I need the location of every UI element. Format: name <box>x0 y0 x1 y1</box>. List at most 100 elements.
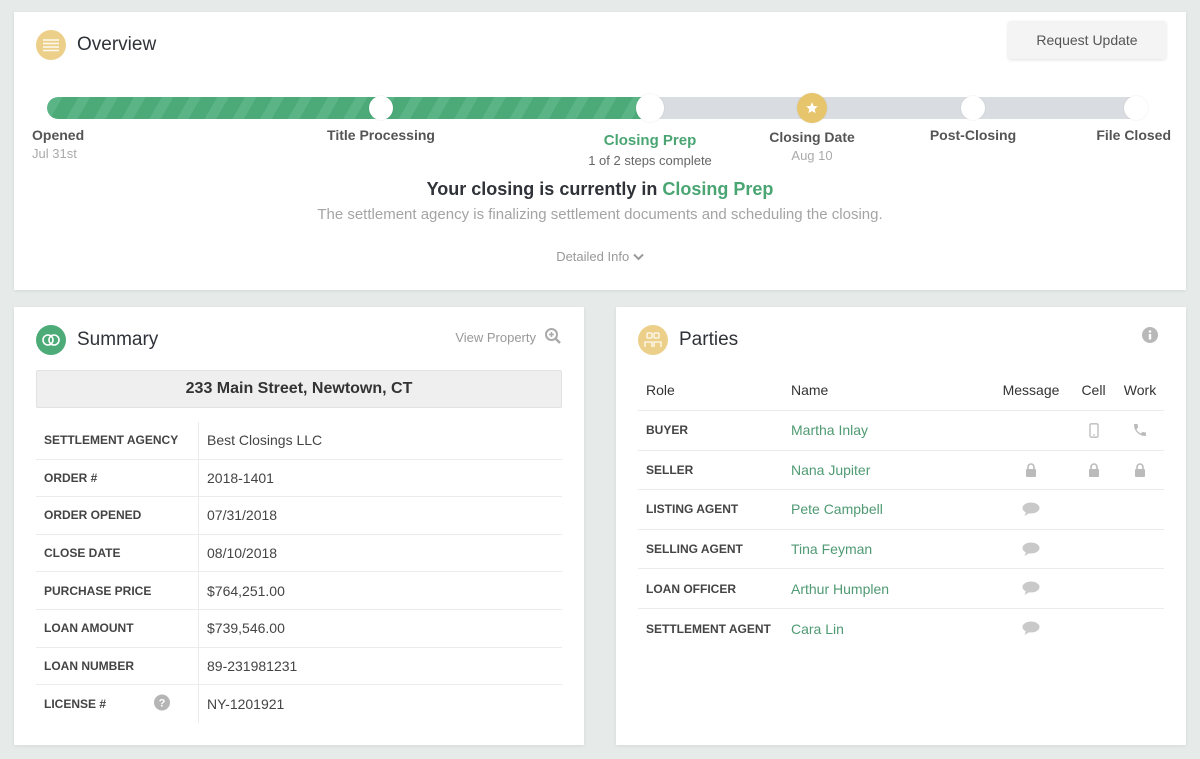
summary-value: NY-1201921 <box>207 695 285 712</box>
step-label-file-closed: File Closed <box>1096 127 1171 143</box>
step-node-post-closing[interactable] <box>961 96 985 120</box>
lock-icon <box>991 463 1071 477</box>
summary-header: Summary <box>36 325 158 355</box>
party-role: SELLING AGENT <box>646 542 743 557</box>
party-role: SELLER <box>646 462 694 477</box>
chat-bubble-icon[interactable] <box>991 581 1071 596</box>
summary-row-close-date: CLOSE DATE 08/10/2018 <box>36 534 562 573</box>
step-label-post-closing: Post-Closing <box>929 127 1017 143</box>
step-label-closing-date: Closing Date <box>769 129 855 145</box>
summary-row-loan-number: LOAN NUMBER 89-231981231 <box>36 647 562 686</box>
lock-icon <box>1071 463 1116 477</box>
summary-row-license: LICENSE # ? NY-1201921 <box>36 685 562 723</box>
summary-value: Best Closings LLC <box>207 432 323 449</box>
party-role: LOAN OFFICER <box>646 581 736 596</box>
help-icon[interactable]: ? <box>154 694 170 713</box>
step-label-closing-prep: Closing Prep <box>603 132 697 149</box>
summary-key: ORDER OPENED <box>36 497 199 534</box>
summary-value: 08/10/2018 <box>207 545 278 562</box>
column-header-work: Work <box>1123 382 1157 398</box>
status-prefix: Your closing is currently in <box>426 179 658 199</box>
summary-card: Summary View Property 233 Main Street, N… <box>14 307 584 745</box>
party-name[interactable]: Tina Feyman <box>791 541 991 557</box>
overview-title: Overview <box>77 34 157 55</box>
step-date-opened: Jul 31st <box>32 146 77 161</box>
step-node-title-processing[interactable] <box>369 96 393 120</box>
info-icon[interactable] <box>1142 327 1158 348</box>
star-icon[interactable] <box>797 93 827 123</box>
status-heading: Your closing is currently in Closing Pre… <box>14 179 1186 200</box>
summary-key: ORDER # <box>36 459 199 497</box>
summary-value: 2018-1401 <box>207 469 274 486</box>
column-header-role: Role <box>646 382 675 398</box>
summary-row-settlement-agency: SETTLEMENT AGENCY Best Closings LLC <box>36 422 562 460</box>
summary-key: SETTLEMENT AGENCY <box>36 422 199 459</box>
parties-card: Parties Role Name Message Cell Work BUYE… <box>616 307 1186 745</box>
progress-fill <box>47 97 648 119</box>
summary-key: CLOSE DATE <box>36 534 199 572</box>
step-progress-closing-prep: 1 of 2 steps complete <box>588 153 712 168</box>
svg-text:?: ? <box>159 697 166 709</box>
step-label-opened: Opened <box>32 127 85 143</box>
chat-bubble-icon[interactable] <box>991 542 1071 557</box>
view-property-label: View Property <box>455 330 536 345</box>
party-role: BUYER <box>646 423 689 438</box>
summary-row-order-number: ORDER # 2018-1401 <box>36 459 562 498</box>
column-header-cell: Cell <box>1081 382 1106 398</box>
party-name[interactable]: Martha Inlay <box>791 422 991 438</box>
summary-title: Summary <box>77 329 159 350</box>
summary-key: LOAN NUMBER <box>36 647 199 685</box>
parties-header: Parties <box>638 325 738 355</box>
document-lines-icon <box>36 30 66 60</box>
summary-table: SETTLEMENT AGENCY Best Closings LLC ORDE… <box>36 422 562 723</box>
phone-icon[interactable] <box>1116 422 1164 438</box>
step-label-title-processing: Title Processing <box>327 127 435 143</box>
overview-header: Overview <box>36 30 156 60</box>
party-name[interactable]: Arthur Humplen <box>791 581 991 597</box>
status-stage: Closing Prep <box>662 179 774 199</box>
summary-key-label: LICENSE # <box>44 696 107 711</box>
chat-bubble-icon[interactable] <box>991 621 1071 636</box>
party-name[interactable]: Nana Jupiter <box>791 462 991 478</box>
column-header-message: Message <box>1002 382 1060 398</box>
party-role: LISTING AGENT <box>646 502 739 517</box>
step-date-closing-date: Aug 10 <box>791 148 833 163</box>
parties-table: Role Name Message Cell Work BUYER Martha… <box>638 370 1164 649</box>
party-name[interactable]: Cara Lin <box>791 621 991 637</box>
summary-key: LOAN AMOUNT <box>36 609 199 647</box>
property-address: 233 Main Street, Newtown, CT <box>36 370 562 408</box>
mobile-phone-icon[interactable] <box>1071 422 1116 438</box>
detailed-info-toggle[interactable]: Detailed Info <box>14 249 1186 264</box>
party-row: SELLING AGENT Tina Feyman <box>638 530 1164 570</box>
people-icon <box>638 325 668 355</box>
party-row: LISTING AGENT Pete Campbell <box>638 490 1164 530</box>
parties-title: Parties <box>679 329 739 350</box>
rings-icon <box>36 325 66 355</box>
parties-table-header: Role Name Message Cell Work <box>638 370 1164 411</box>
step-node-closing-prep[interactable] <box>636 94 664 122</box>
zoom-in-icon <box>536 327 562 348</box>
request-update-button[interactable]: Request Update <box>1008 21 1166 59</box>
detailed-info-label: Detailed Info <box>556 249 630 264</box>
summary-value: $739,546.00 <box>207 620 285 637</box>
status-description: The settlement agency is finalizing sett… <box>317 206 883 223</box>
summary-row-purchase-price: PURCHASE PRICE $764,251.00 <box>36 572 562 610</box>
summary-key: PURCHASE PRICE <box>36 572 199 609</box>
summary-value: 89-231981231 <box>207 657 298 674</box>
chat-bubble-icon[interactable] <box>991 502 1071 517</box>
party-row: SELLER Nana Jupiter <box>638 451 1164 491</box>
summary-row-order-opened: ORDER OPENED 07/31/2018 <box>36 497 562 535</box>
party-row: SETTLEMENT AGENT Cara Lin <box>638 609 1164 649</box>
party-row: LOAN OFFICER Arthur Humplen <box>638 569 1164 609</box>
party-name[interactable]: Pete Campbell <box>791 501 991 517</box>
overview-card: Overview Request Update Opened Jul 31st … <box>14 12 1186 290</box>
column-header-name: Name <box>791 382 829 398</box>
step-node-file-closed[interactable] <box>1124 96 1148 120</box>
chevron-down-icon <box>633 249 644 264</box>
party-row: BUYER Martha Inlay <box>638 411 1164 451</box>
summary-key: LICENSE # ? <box>36 685 199 723</box>
summary-value: $764,251.00 <box>207 582 285 599</box>
summary-row-loan-amount: LOAN AMOUNT $739,546.00 <box>36 609 562 648</box>
party-role: SETTLEMENT AGENT <box>646 621 771 636</box>
view-property-link[interactable]: View Property <box>455 327 562 348</box>
